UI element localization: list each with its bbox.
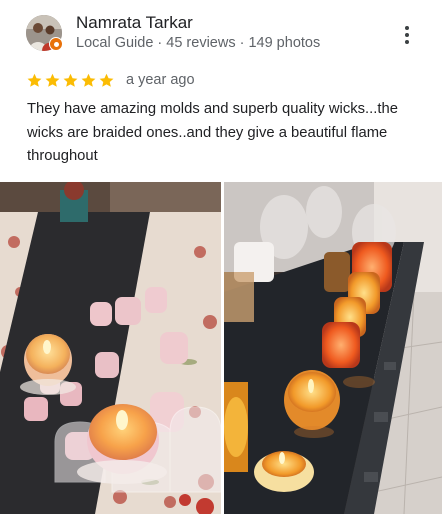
reviewer-name[interactable]: Namrata Tarkar (76, 13, 193, 33)
review-header: Namrata Tarkar Local Guide · 45 reviews … (0, 0, 442, 64)
star-icon (81, 73, 96, 87)
star-icon (99, 73, 114, 87)
review-photo-1[interactable] (0, 182, 221, 514)
star-rating (26, 72, 115, 89)
review-text: They have amazing molds and superb quali… (27, 101, 398, 164)
rating-row: a year ago (26, 70, 195, 90)
candles-table-photo-icon (0, 182, 221, 514)
review-photo-2[interactable] (224, 182, 442, 514)
candles-shelf-photo-icon (224, 182, 442, 514)
reviewer-meta: Local Guide · 45 reviews · 149 photos (76, 35, 321, 51)
more-vert-icon (405, 26, 409, 30)
star-icon (63, 73, 78, 87)
review-date: a year ago (126, 72, 195, 88)
local-guide-badge-icon (49, 37, 63, 51)
star-icon (45, 73, 60, 87)
star-icon (27, 73, 42, 87)
more-options-button[interactable] (396, 22, 418, 48)
